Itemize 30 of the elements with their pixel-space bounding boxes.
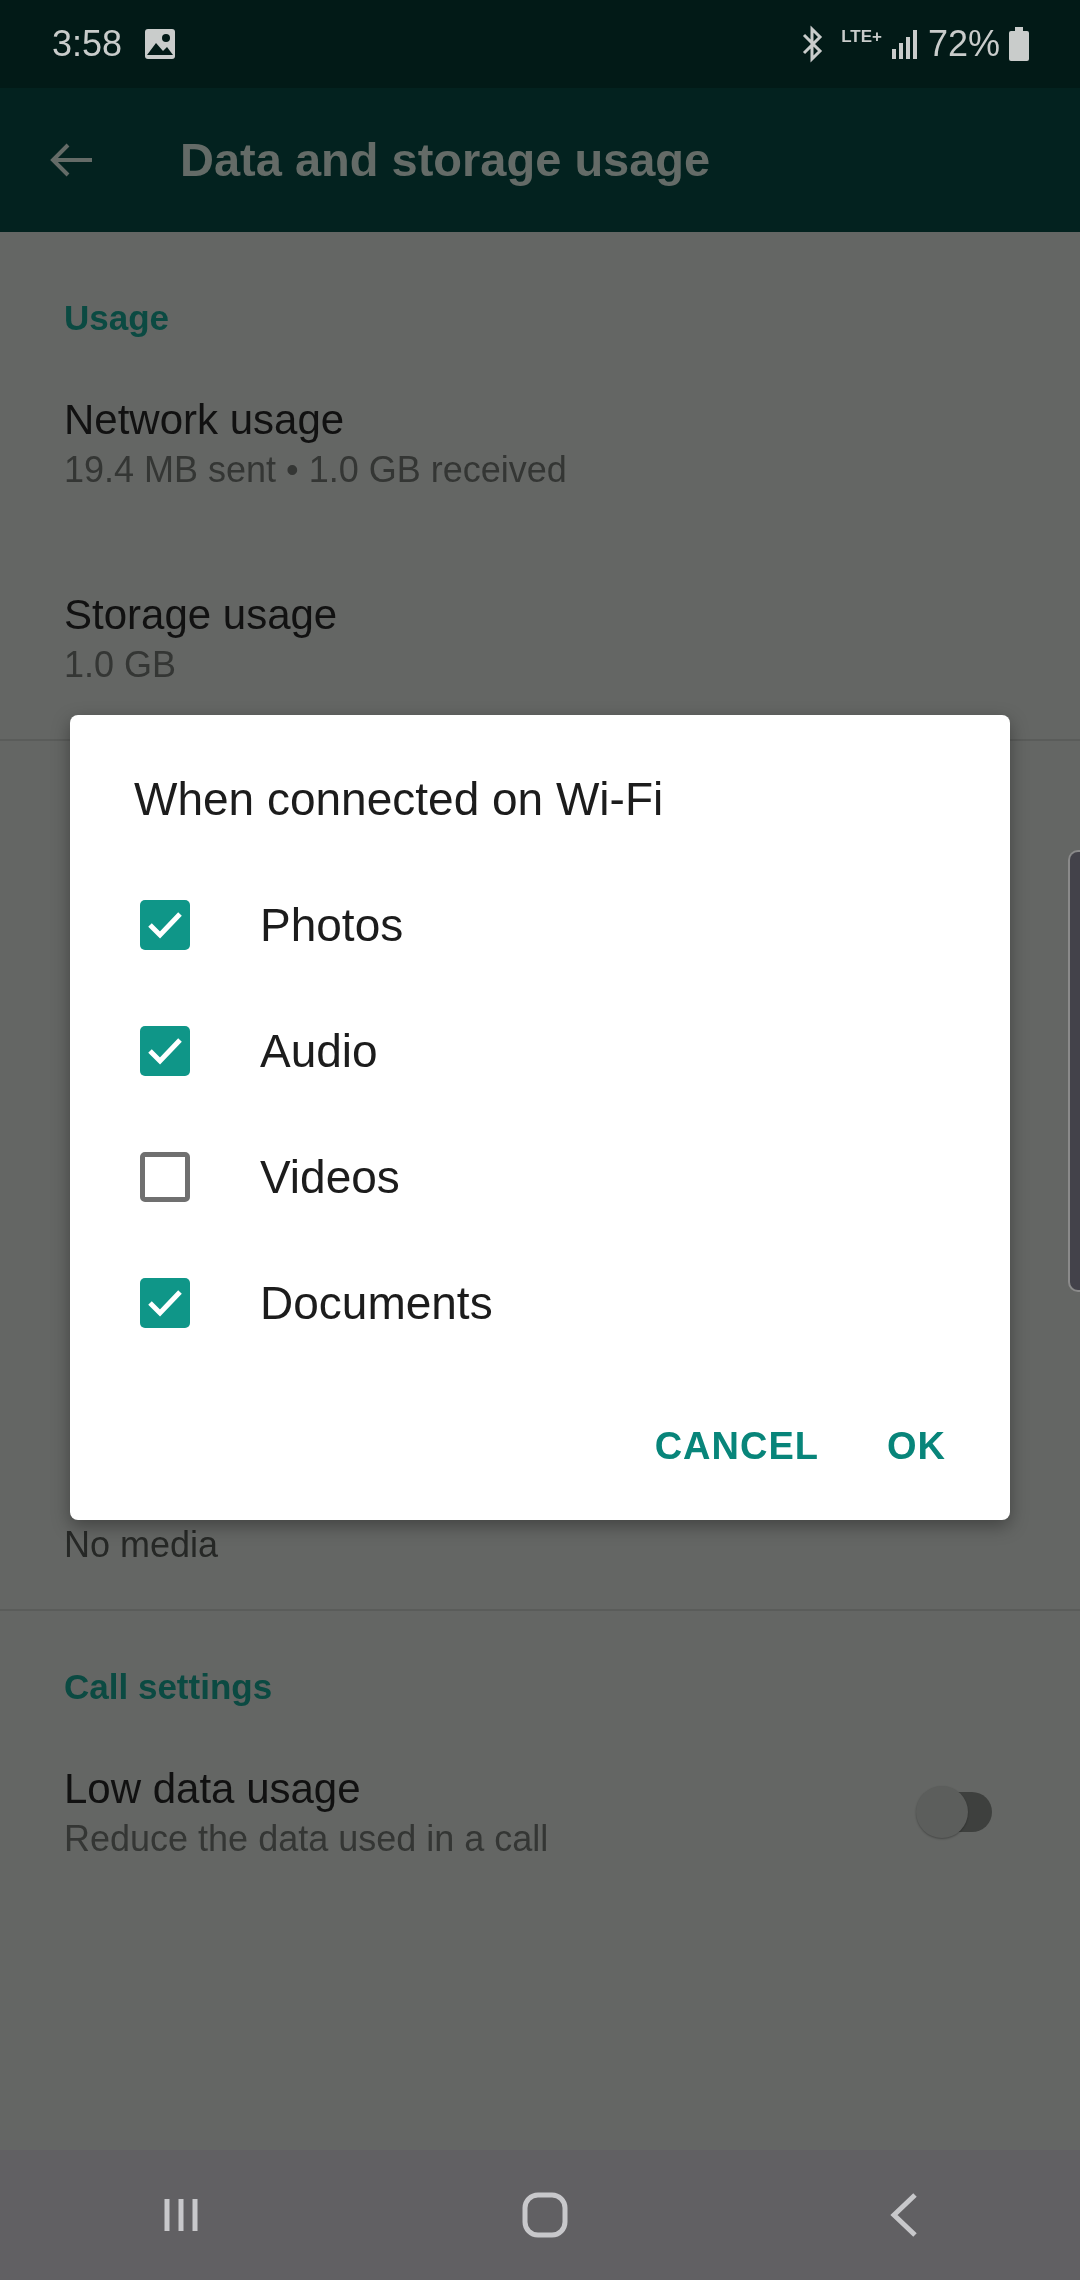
- option-label: Documents: [260, 1275, 493, 1331]
- checkbox[interactable]: [140, 900, 190, 950]
- checkmark-icon: [147, 1036, 183, 1066]
- battery-percent-text: 72%: [927, 22, 1000, 66]
- checkbox[interactable]: [140, 1278, 190, 1328]
- image-icon: [144, 28, 177, 60]
- dialog-button[interactable]: OK: [863, 1408, 970, 1485]
- back-arrow-icon[interactable]: [50, 142, 94, 178]
- checkmark-icon: [147, 910, 183, 940]
- option-label: Photos: [260, 897, 404, 953]
- clock-text: 3:58: [52, 22, 123, 66]
- network-type-text: LTE+: [841, 26, 882, 49]
- checkbox[interactable]: [140, 1026, 190, 1076]
- section-header: Usage: [63, 297, 171, 339]
- edge-panel-handle[interactable]: [1068, 850, 1080, 1292]
- setting-title: Network usage: [64, 394, 346, 445]
- home-icon[interactable]: [522, 2192, 568, 2238]
- dialog-button[interactable]: CANCEL: [630, 1408, 843, 1485]
- section-header: Call settings: [63, 1666, 274, 1709]
- screen-title: Data and storage usage: [180, 131, 711, 188]
- dialog-title: When connected on Wi-Fi: [133, 772, 665, 827]
- signal-icon: [889, 29, 920, 59]
- battery-icon: [1008, 27, 1030, 61]
- setting-title: Low data usage: [64, 1763, 362, 1814]
- option-label: Audio: [260, 1023, 378, 1079]
- checkmark-icon: [147, 1288, 183, 1318]
- setting-subtitle: No media: [64, 1523, 219, 1568]
- setting-title: Storage usage: [64, 589, 338, 640]
- checkbox[interactable]: [140, 1152, 190, 1202]
- option-label: Videos: [260, 1149, 400, 1205]
